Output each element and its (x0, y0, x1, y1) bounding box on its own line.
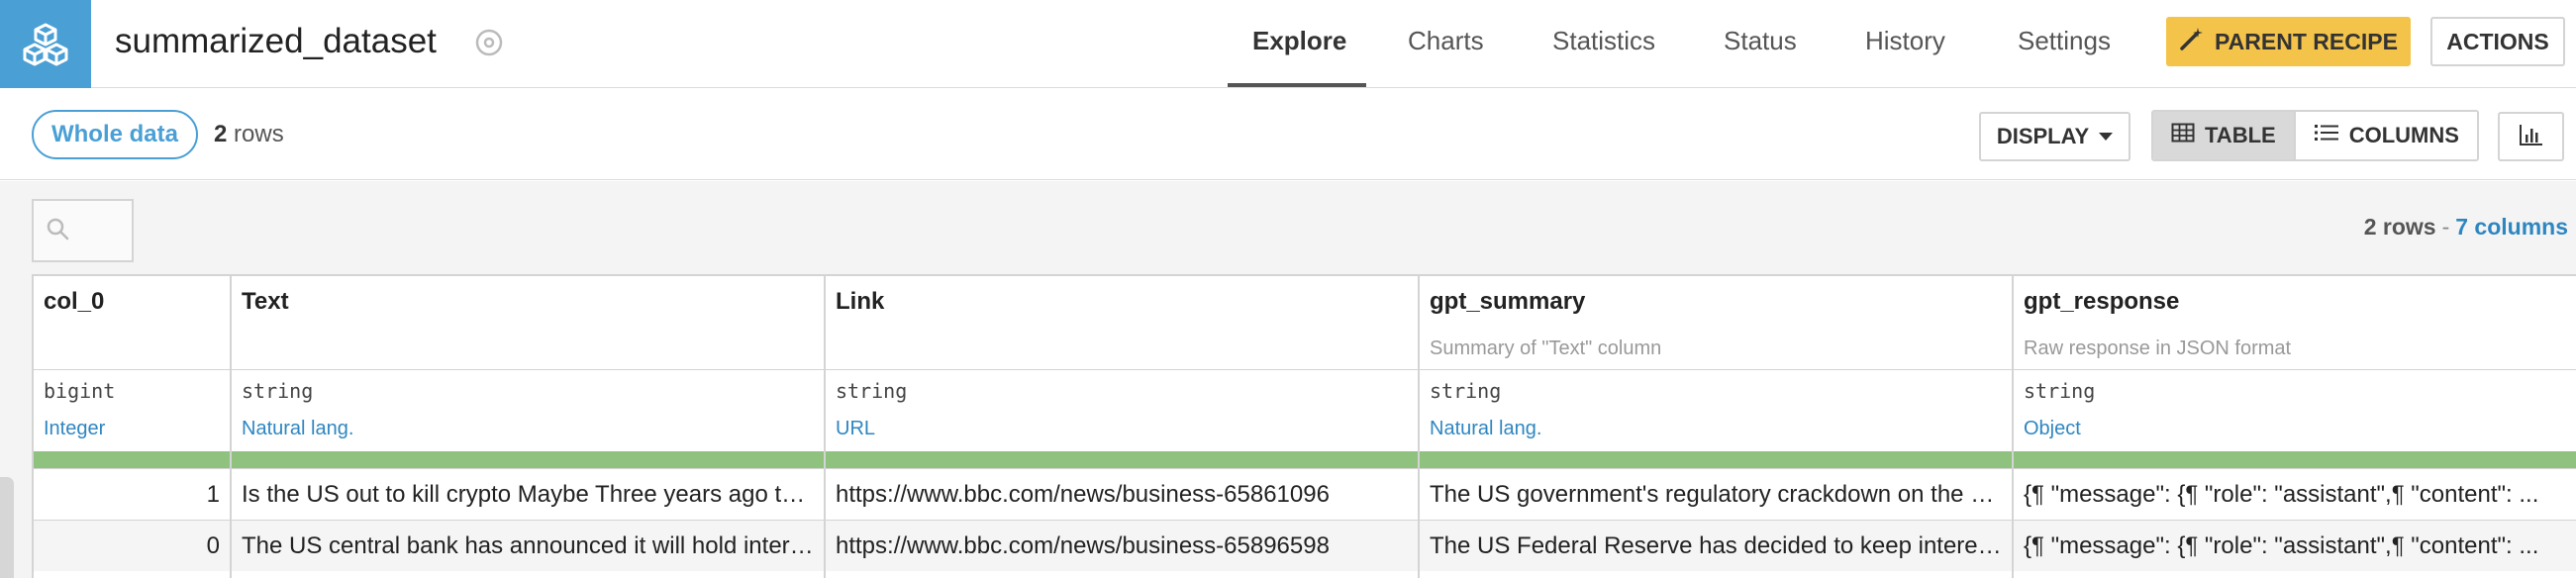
table-cell[interactable]: https://www.bbc.com/news/business-658965… (826, 520, 1418, 571)
bar-chart-icon (2519, 123, 2544, 151)
column-header-name[interactable]: gpt_response (2024, 288, 2179, 316)
column-meaning-link[interactable]: Natural lang. (242, 418, 353, 440)
row-count-suffix: rows (234, 121, 284, 147)
column-storage-type: string (1430, 379, 1502, 403)
table-cell[interactable]: The US central bank has announced it wil… (232, 520, 824, 571)
list-icon (2314, 123, 2339, 148)
tab-status[interactable]: Status (1724, 0, 1797, 88)
data-table: col_0 bigint Integer 1 0 Text string Nat… (32, 274, 2576, 578)
columns-view-button[interactable]: COLUMNS (2293, 112, 2477, 159)
grid-row-count: 2 rows (2363, 214, 2436, 240)
column-header-description: Summary of "Text" column (1430, 337, 1662, 359)
left-panel-scroll-handle[interactable] (0, 477, 14, 578)
column-meaning-link[interactable]: Integer (44, 418, 105, 440)
caret-down-icon (2099, 133, 2114, 141)
column-header-description: Raw response in JSON format (2024, 337, 2292, 359)
columns-view-label: COLUMNS (2348, 123, 2459, 147)
column-header-name[interactable]: Link (836, 288, 884, 316)
table-cell[interactable]: Is the US out to kill crypto Maybe Three… (232, 468, 824, 520)
column-storage-type: bigint (44, 379, 116, 403)
data-grid-area: 2 rows -7 columns col_0 bigint Integer 1 … (0, 181, 2576, 578)
header-divider (34, 369, 230, 370)
table-cell[interactable]: The US Federal Reserve has decided to ke… (1420, 520, 2012, 571)
column-storage-type: string (2024, 379, 2096, 403)
column-meaning-link[interactable]: URL (836, 418, 875, 440)
header-divider (232, 369, 824, 370)
row-count: 2 rows (214, 121, 284, 148)
header-divider (1420, 369, 2012, 370)
column-gpt-summary: gpt_summary Summary of "Text" column str… (1420, 276, 2014, 578)
parent-recipe-button[interactable]: PARENT RECIPE (2166, 17, 2411, 66)
sample-toolbar: Whole data 2 rows DISPLAY TABLE COLUMNS (0, 88, 2576, 180)
table-search-input[interactable] (32, 199, 134, 262)
table-cell[interactable]: {¶ "message": {¶ "role": "assistant",¶ "… (2014, 468, 2576, 520)
grid-dimensions: 2 rows -7 columns (2364, 214, 2568, 241)
share-icon[interactable] (474, 28, 504, 57)
table-cell[interactable]: 0 (34, 520, 230, 571)
column-meaning-link[interactable]: Natural lang. (1430, 418, 1541, 440)
column-header-name[interactable]: gpt_summary (1430, 288, 1585, 316)
column-text: Text string Natural lang. Is the US out … (232, 276, 826, 578)
display-dropdown[interactable]: DISPLAY (1979, 112, 2130, 161)
row-count-number: 2 (214, 121, 228, 147)
table-cell[interactable]: 1 (34, 468, 230, 520)
actions-button[interactable]: ACTIONS (2430, 17, 2565, 66)
column-validity-bar (1420, 451, 2012, 468)
column-gpt-response: gpt_response Raw response in JSON format… (2014, 276, 2576, 578)
column-validity-bar (232, 451, 824, 468)
grid-dimensions-separator: - (2441, 214, 2450, 240)
view-mode-toggle: TABLE COLUMNS (2151, 110, 2479, 161)
table-view-label: TABLE (2205, 123, 2276, 147)
magic-wand-icon (2179, 26, 2205, 57)
tab-settings[interactable]: Settings (2018, 0, 2111, 88)
dataset-title: summarized_dataset (115, 22, 437, 60)
column-header-name[interactable]: Text (242, 288, 289, 316)
dataset-icon[interactable] (0, 0, 91, 88)
top-header: summarized_dataset Explore Charts Statis… (0, 0, 2576, 88)
tab-statistics[interactable]: Statistics (1552, 0, 1655, 88)
tab-explore[interactable]: Explore (1252, 0, 1346, 88)
table-grid-icon (2171, 123, 2195, 148)
column-chart-button[interactable] (2498, 112, 2564, 161)
column-storage-type: string (242, 379, 314, 403)
column-meaning-link[interactable]: Object (2024, 418, 2081, 440)
parent-recipe-label: PARENT RECIPE (2215, 28, 2398, 54)
active-tab-indicator (1228, 83, 1366, 87)
column-col-0: col_0 bigint Integer 1 0 (34, 276, 232, 578)
table-cell[interactable]: The US government's regulatory crackdown… (1420, 468, 2012, 520)
search-icon (46, 217, 69, 245)
column-link: Link string URL https://www.bbc.com/news… (826, 276, 1420, 578)
grid-column-count-link[interactable]: 7 columns (2455, 214, 2568, 240)
column-validity-bar (34, 451, 230, 468)
column-validity-bar (826, 451, 1418, 468)
tab-charts[interactable]: Charts (1408, 0, 1484, 88)
header-divider (826, 369, 1418, 370)
display-label: DISPLAY (1996, 124, 2090, 148)
header-divider (2014, 369, 2576, 370)
table-view-button[interactable]: TABLE (2153, 112, 2294, 159)
table-cell[interactable]: https://www.bbc.com/news/business-658610… (826, 468, 1418, 520)
sample-selector-pill[interactable]: Whole data (32, 110, 198, 159)
tab-history[interactable]: History (1865, 0, 1945, 88)
column-validity-bar (2014, 451, 2576, 468)
table-cell[interactable]: {¶ "message": {¶ "role": "assistant",¶ "… (2014, 520, 2576, 571)
column-storage-type: string (836, 379, 908, 403)
column-header-name[interactable]: col_0 (44, 288, 104, 316)
